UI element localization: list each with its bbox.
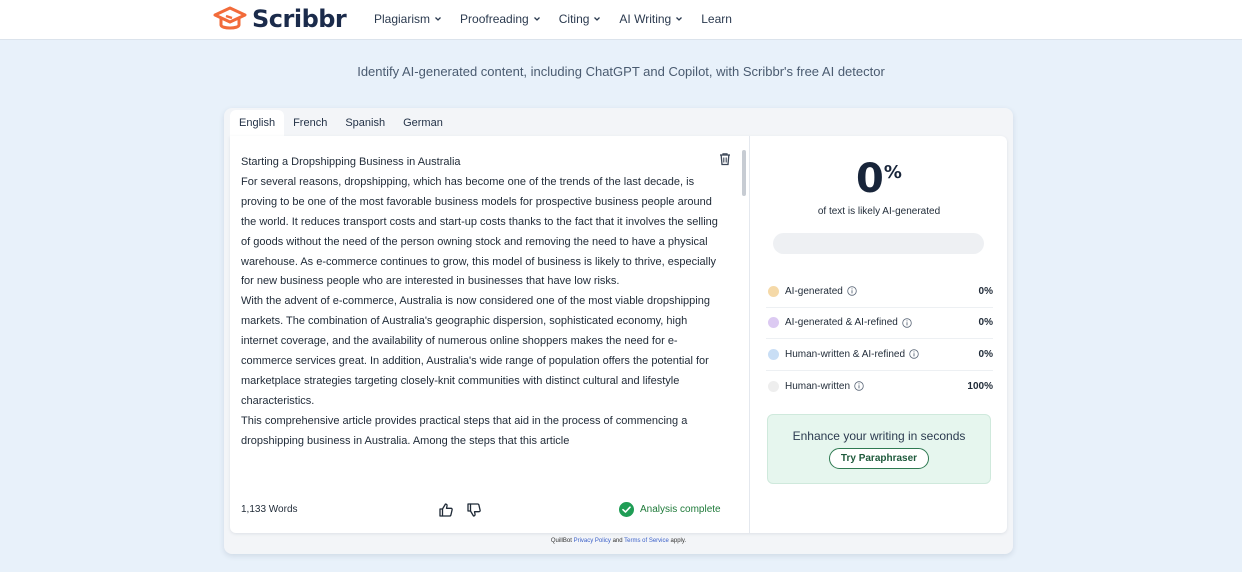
paraphraser-promo: Enhance your writing in seconds Try Para…	[767, 414, 991, 484]
legend-value: 0%	[978, 348, 993, 360]
page-tagline: Identify AI-generated content, including…	[357, 64, 885, 79]
tab-english[interactable]: English	[230, 110, 285, 136]
tab-spanish[interactable]: Spanish	[336, 110, 394, 136]
text-input-area[interactable]: Starting a Dropshipping Business in Aust…	[241, 153, 719, 471]
nav-citing[interactable]: Citing	[559, 12, 602, 26]
analysis-status: Analysis complete	[619, 502, 721, 517]
main-nav: Plagiarism Proofreading Citing AI Writin…	[374, 0, 732, 38]
info-icon[interactable]	[902, 318, 912, 328]
chevron-down-icon	[435, 17, 441, 21]
legal-note: QuillBot Privacy Policy and Terms of Ser…	[224, 538, 1013, 544]
ai-score: 0%	[751, 156, 1007, 202]
scribbr-logo[interactable]: Scribbr	[212, 4, 347, 34]
legend-row-ai-generated-ai-refined: AI-generated & AI-refined 0%	[766, 308, 993, 339]
nav-proofreading[interactable]: Proofreading	[460, 12, 541, 26]
chevron-down-icon	[533, 17, 540, 21]
promo-text: Enhance your writing in seconds	[792, 429, 966, 443]
result-legend: AI-generated 0% AI-generated & AI-refine…	[766, 276, 993, 402]
legend-label-text: Human-written & AI-refined	[785, 348, 906, 360]
editor-paragraph: With the advent of e-commerce, Australia…	[241, 295, 710, 407]
chevron-down-icon	[676, 17, 683, 21]
terms-of-service-link[interactable]: Terms of Service	[624, 538, 669, 544]
detector-panel: Starting a Dropshipping Business in Aust…	[230, 136, 1007, 533]
legend-label-text: Human-written	[785, 380, 851, 392]
status-text: Analysis complete	[640, 504, 721, 515]
check-circle-icon	[619, 502, 634, 517]
try-paraphraser-button[interactable]: Try Paraphraser	[828, 448, 930, 469]
nav-label: Learn	[701, 12, 732, 26]
legend-value: 100%	[967, 380, 993, 392]
language-tabs: English French Spanish German	[230, 110, 452, 136]
legal-suffix: apply.	[668, 538, 687, 544]
graduation-cap-logo-icon	[213, 6, 247, 30]
legend-row-human-written-ai-refined: Human-written & AI-refined 0%	[766, 339, 993, 371]
nav-label: Proofreading	[460, 12, 529, 26]
brand-name: Scribbr	[252, 5, 347, 33]
nav-label: AI Writing	[619, 12, 672, 26]
info-icon[interactable]	[854, 381, 864, 391]
legend-row-ai-generated: AI-generated 0%	[766, 276, 993, 308]
thumbs-down-icon[interactable]	[466, 502, 482, 518]
nav-label: Plagiarism	[374, 12, 431, 26]
thumbs-up-icon[interactable]	[438, 502, 454, 518]
legend-label: AI-generated & AI-refined	[785, 317, 953, 328]
top-navbar: Scribbr Plagiarism Proofreading Citing A…	[0, 0, 1242, 40]
word-count: 1,133 Words	[241, 504, 298, 515]
info-icon[interactable]	[847, 286, 857, 296]
editor-paragraph: Starting a Dropshipping Business in Aust…	[241, 156, 461, 168]
trash-icon[interactable]	[718, 152, 732, 166]
ai-score-bar	[773, 233, 984, 254]
legal-and: and	[610, 538, 625, 544]
ai-score-value: 0	[856, 156, 884, 202]
chevron-down-icon	[594, 17, 601, 21]
legend-label: Human-written & AI-refined	[785, 349, 953, 360]
nav-learn[interactable]: Learn	[701, 12, 732, 26]
legend-label-text: AI-generated & AI-refined	[785, 317, 898, 329]
info-icon[interactable]	[909, 349, 919, 359]
legend-dot	[768, 317, 779, 329]
legend-dot	[768, 285, 779, 297]
results-panel: 0% of text is likely AI-generated AI-gen…	[751, 136, 1007, 533]
privacy-policy-link[interactable]: Privacy Policy	[574, 538, 611, 544]
text-editor: Starting a Dropshipping Business in Aust…	[230, 136, 750, 533]
legend-value: 0%	[978, 317, 993, 329]
ai-score-label: of text is likely AI-generated	[817, 206, 941, 217]
tab-french[interactable]: French	[284, 110, 336, 136]
legend-label-text: AI-generated	[785, 285, 843, 297]
legend-label: AI-generated	[785, 286, 953, 297]
editor-paragraph: This comprehensive article provides prac…	[241, 414, 688, 447]
legend-dot	[768, 380, 779, 392]
legend-label: Human-written	[785, 381, 953, 392]
nav-plagiarism[interactable]: Plagiarism	[374, 12, 442, 26]
ai-score-percent-sign: %	[883, 162, 902, 183]
nav-label: Citing	[558, 12, 590, 26]
ai-detector-card: English French Spanish German Starting a…	[224, 108, 1013, 554]
legend-row-human-written: Human-written 100%	[766, 371, 993, 403]
tab-german[interactable]: German	[394, 110, 452, 136]
editor-paragraph: For several reasons, dropshipping, which…	[241, 175, 718, 288]
legend-dot	[768, 348, 779, 360]
nav-ai-writing[interactable]: AI Writing	[619, 12, 683, 26]
legal-prefix: QuillBot	[550, 538, 574, 544]
legend-value: 0%	[978, 285, 993, 297]
editor-scrollbar[interactable]	[742, 150, 746, 196]
